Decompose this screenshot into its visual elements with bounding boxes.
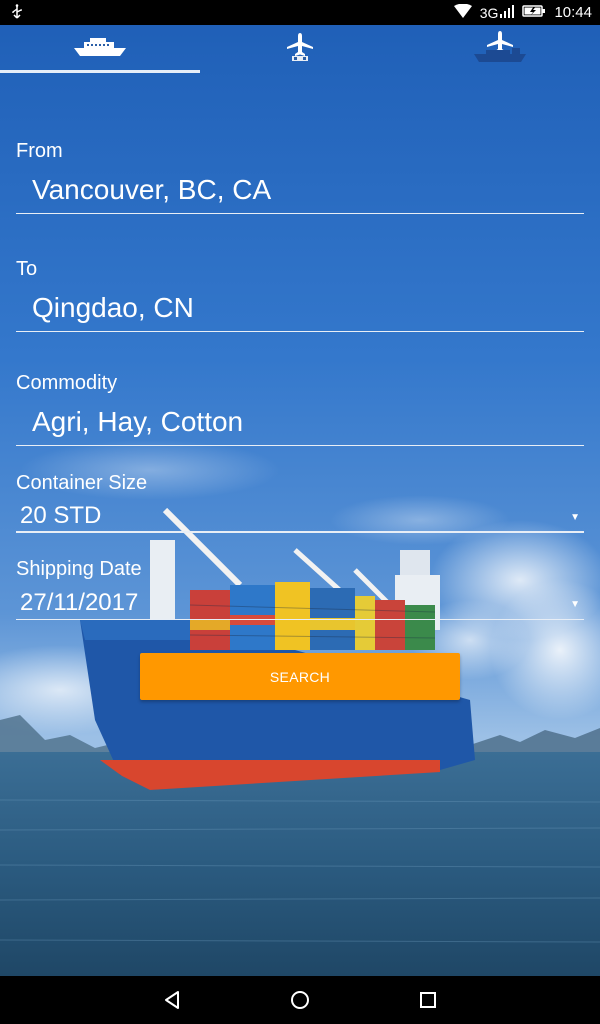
container-size-field: Container Size 20 STD ▼ bbox=[16, 470, 584, 534]
to-label: To bbox=[16, 258, 38, 280]
dropdown-arrow-icon: ▼ bbox=[570, 512, 580, 523]
to-field[interactable]: To Qingdao, CN bbox=[16, 254, 584, 334]
from-label: From bbox=[16, 140, 63, 162]
status-bar: 3G 10:44 bbox=[0, 0, 600, 25]
search-button[interactable]: SEARCH bbox=[140, 653, 460, 700]
airplane-ship-icon bbox=[472, 30, 528, 69]
container-size-underline bbox=[16, 531, 584, 533]
commodity-input[interactable]: Agri, Hay, Cotton bbox=[32, 406, 243, 438]
back-icon[interactable] bbox=[160, 988, 184, 1012]
usb-icon bbox=[10, 4, 24, 25]
from-field[interactable]: From Vancouver, BC, CA bbox=[16, 136, 584, 216]
battery-charging-icon bbox=[522, 4, 546, 22]
clock: 10:44 bbox=[554, 4, 592, 21]
system-navigation-bar bbox=[0, 976, 600, 1024]
shipping-date-label: Shipping Date bbox=[16, 558, 142, 580]
ship-icon bbox=[72, 36, 128, 63]
tab-air-sea[interactable] bbox=[400, 25, 600, 73]
from-underline bbox=[16, 213, 584, 214]
shipping-date-underline bbox=[16, 619, 584, 620]
commodity-underline bbox=[16, 445, 584, 446]
signal-icon bbox=[500, 4, 515, 21]
selected-tab-indicator bbox=[0, 70, 200, 73]
airplane-icon bbox=[286, 32, 314, 67]
shipping-date-select[interactable]: 27/11/2017 ▼ bbox=[16, 587, 584, 619]
tab-air[interactable] bbox=[200, 25, 400, 73]
transport-mode-tabs bbox=[0, 25, 600, 73]
recents-icon[interactable] bbox=[416, 988, 440, 1012]
commodity-label: Commodity bbox=[16, 372, 118, 394]
container-size-select[interactable]: 20 STD ▼ bbox=[16, 500, 584, 532]
container-size-value: 20 STD bbox=[20, 502, 102, 529]
to-underline bbox=[16, 331, 584, 332]
container-size-label: Container Size bbox=[16, 472, 148, 494]
commodity-field[interactable]: Commodity Agri, Hay, Cotton bbox=[16, 368, 584, 448]
to-input[interactable]: Qingdao, CN bbox=[32, 292, 194, 324]
home-icon[interactable] bbox=[288, 988, 312, 1012]
tab-ship[interactable] bbox=[0, 25, 200, 73]
from-input[interactable]: Vancouver, BC, CA bbox=[32, 174, 271, 206]
network-type: 3G bbox=[479, 4, 499, 21]
wifi-icon bbox=[453, 3, 472, 22]
shipping-date-field: Shipping Date 27/11/2017 ▼ bbox=[16, 556, 584, 622]
dropdown-arrow-icon: ▼ bbox=[570, 599, 580, 610]
shipping-date-value: 27/11/2017 bbox=[20, 589, 139, 616]
